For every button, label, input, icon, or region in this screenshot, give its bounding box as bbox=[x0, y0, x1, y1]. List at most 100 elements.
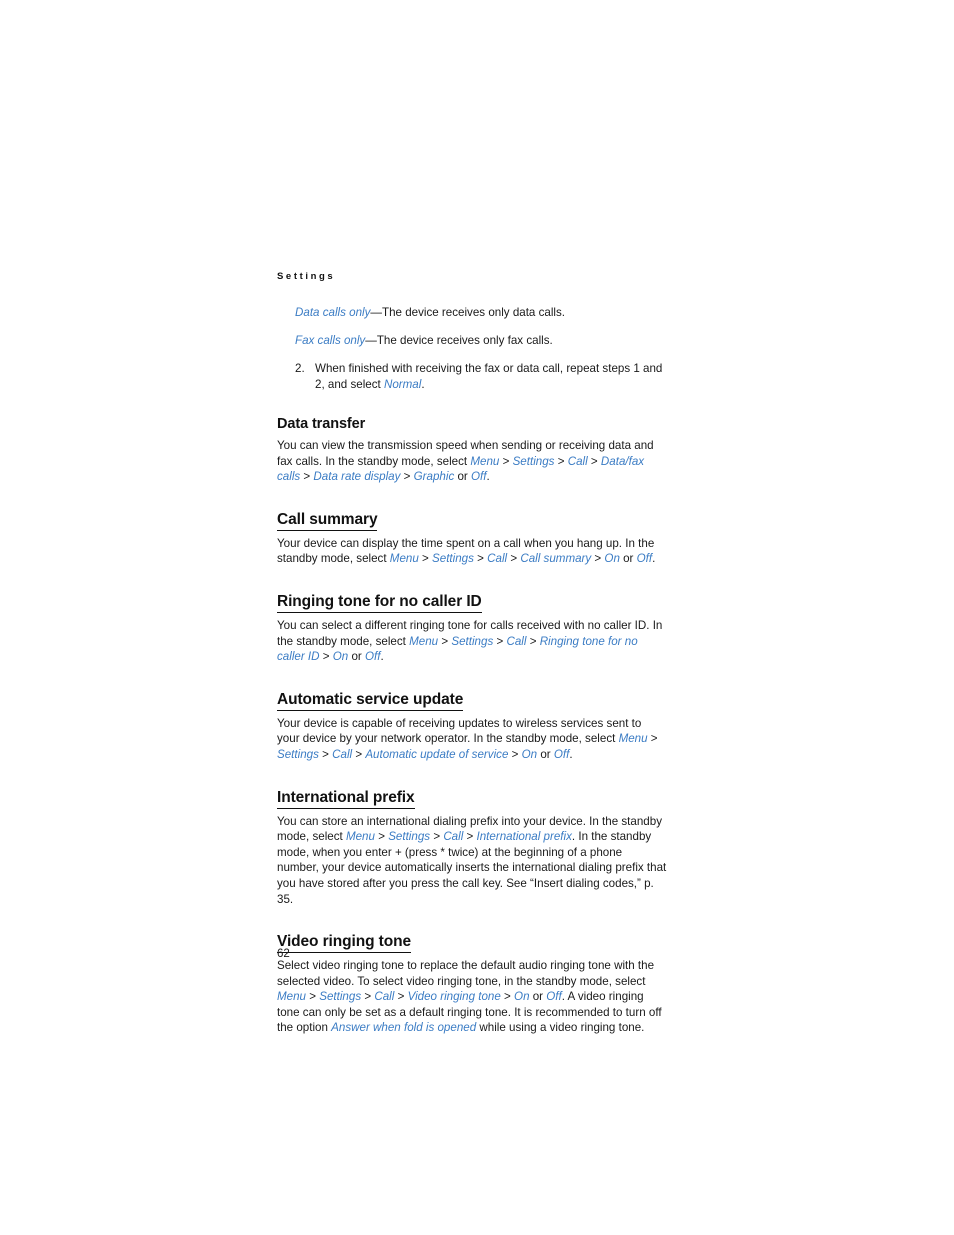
ui-term-menu: Menu bbox=[345, 830, 375, 844]
separator: > bbox=[500, 990, 515, 1004]
text: Select video ringing tone to replace the… bbox=[277, 959, 655, 988]
ui-term-settings: Settings bbox=[512, 454, 555, 468]
ui-term-call: Call bbox=[487, 552, 508, 566]
page-content: Settings Data calls only—The device rece… bbox=[277, 271, 667, 1036]
ui-term: Normal bbox=[383, 377, 422, 391]
paragraph-video-ringing-tone: Select video ringing tone to replace the… bbox=[277, 958, 667, 1036]
ui-term-answer-when-fold-is-opened: Answer when fold is opened bbox=[331, 1021, 477, 1035]
definition-description: The device receives only fax calls. bbox=[376, 334, 553, 347]
separator: > bbox=[591, 552, 605, 566]
definition-item: Fax calls only—The device receives only … bbox=[295, 333, 667, 348]
ui-term-graphic: Graphic bbox=[413, 470, 455, 484]
separator: > bbox=[499, 454, 513, 468]
paragraph-international-prefix: You can store an international dialing p… bbox=[277, 814, 667, 908]
list-item-number: 2. bbox=[295, 362, 305, 375]
text-end: . bbox=[569, 747, 573, 761]
heading-ringing-tone-no-caller-id: Ringing tone for no caller ID bbox=[277, 592, 482, 613]
ui-term-video-ringing-tone: Video ringing tone bbox=[407, 990, 501, 1004]
page-number: 62 bbox=[277, 948, 290, 960]
heading-video-ringing-tone: Video ringing tone bbox=[277, 932, 411, 954]
separator: > bbox=[647, 732, 658, 746]
ui-term-call: Call bbox=[332, 747, 353, 761]
ui-term-settings: Settings bbox=[451, 634, 494, 648]
heading-wrap: Video ringing tone bbox=[277, 907, 667, 958]
ui-term-settings: Settings bbox=[319, 990, 362, 1004]
paragraph-data-transfer: You can view the transmission speed when… bbox=[277, 438, 667, 485]
ui-term-menu: Menu bbox=[409, 634, 439, 648]
separator: > bbox=[319, 650, 333, 664]
separator: > bbox=[361, 990, 375, 1004]
running-header: Settings bbox=[277, 271, 336, 282]
definition-description: The device receives only data calls. bbox=[382, 306, 566, 319]
separator-or: or bbox=[348, 650, 365, 664]
list-item-text: When finished with receiving the fax or … bbox=[315, 362, 663, 391]
separator: > bbox=[374, 830, 389, 844]
ui-term-call-summary: Call summary bbox=[520, 552, 592, 566]
definition-term: Fax calls only bbox=[295, 334, 366, 347]
paragraph-ringing-tone-no-caller-id: You can select a different ringing tone … bbox=[277, 618, 667, 665]
list-item: 2. When finished with receiving the fax o… bbox=[295, 361, 667, 392]
ui-term-call: Call bbox=[374, 990, 395, 1004]
ui-term-settings: Settings bbox=[388, 830, 431, 844]
list-item-text-end: . bbox=[421, 377, 425, 391]
separator-or: or bbox=[529, 990, 547, 1004]
separator: > bbox=[352, 747, 366, 761]
separator: > bbox=[463, 830, 477, 844]
separator: > bbox=[300, 470, 314, 484]
heading-wrap: Call summary bbox=[277, 485, 667, 536]
ui-term-call: Call bbox=[567, 454, 588, 468]
definition-term: Data calls only bbox=[295, 306, 371, 319]
separator: > bbox=[438, 634, 452, 648]
ui-term-off: Off bbox=[471, 470, 487, 484]
ui-term-call: Call bbox=[506, 634, 527, 648]
separator: > bbox=[526, 634, 540, 648]
ui-term-menu: Menu bbox=[618, 732, 648, 746]
separator: > bbox=[318, 747, 333, 761]
heading-wrap: Ringing tone for no caller ID bbox=[277, 567, 667, 618]
text-end: . bbox=[380, 650, 384, 664]
ui-term-off: Off bbox=[364, 650, 381, 664]
ui-term-on: On bbox=[332, 650, 349, 664]
ui-term-on: On bbox=[604, 552, 620, 566]
separator: > bbox=[508, 747, 522, 761]
ui-term-on: On bbox=[514, 990, 530, 1004]
paragraph-automatic-service-update: Your device is capable of receiving upda… bbox=[277, 716, 667, 763]
separator-or: or bbox=[454, 470, 472, 484]
separator: > bbox=[418, 552, 433, 566]
heading-data-transfer: Data transfer bbox=[277, 416, 366, 432]
document-page: { "page": { "running_header": "Settings"… bbox=[0, 0, 954, 1235]
ui-term-data-rate-display: Data rate display bbox=[313, 470, 401, 484]
definition-dash: — bbox=[370, 306, 382, 319]
ui-term-off: Off bbox=[553, 747, 570, 761]
ui-term-automatic-update-of-service: Automatic update of service bbox=[365, 747, 509, 761]
ui-term-menu: Menu bbox=[470, 454, 500, 468]
separator: > bbox=[394, 990, 408, 1004]
text-end: while using a video ringing tone. bbox=[476, 1021, 645, 1035]
separator-or: or bbox=[537, 747, 554, 761]
ui-term-menu: Menu bbox=[277, 990, 307, 1004]
separator: > bbox=[507, 552, 521, 566]
text-end: . bbox=[652, 552, 656, 566]
ui-term-settings: Settings bbox=[432, 552, 474, 566]
separator: > bbox=[306, 990, 320, 1004]
ui-term-international-prefix: International prefix bbox=[476, 830, 572, 844]
separator: > bbox=[493, 634, 507, 648]
separator: > bbox=[400, 470, 414, 484]
separator: > bbox=[554, 454, 568, 468]
separator: > bbox=[587, 454, 601, 468]
ui-term-settings: Settings bbox=[277, 747, 319, 761]
ui-term-menu: Menu bbox=[389, 552, 419, 566]
ui-term-off: Off bbox=[546, 990, 562, 1004]
ui-term-call: Call bbox=[443, 830, 464, 844]
heading-automatic-service-update: Automatic service update bbox=[277, 690, 463, 711]
heading-international-prefix: International prefix bbox=[277, 788, 415, 809]
separator: > bbox=[430, 830, 444, 844]
definition-item: Data calls only—The device receives only… bbox=[295, 305, 667, 320]
heading-call-summary: Call summary bbox=[277, 510, 378, 531]
text-end: . bbox=[486, 470, 490, 484]
separator: > bbox=[473, 552, 488, 566]
ui-term-off: Off bbox=[636, 552, 653, 566]
definition-dash: — bbox=[365, 334, 377, 347]
heading-wrap: Automatic service update bbox=[277, 665, 667, 716]
heading-wrap: International prefix bbox=[277, 763, 667, 814]
